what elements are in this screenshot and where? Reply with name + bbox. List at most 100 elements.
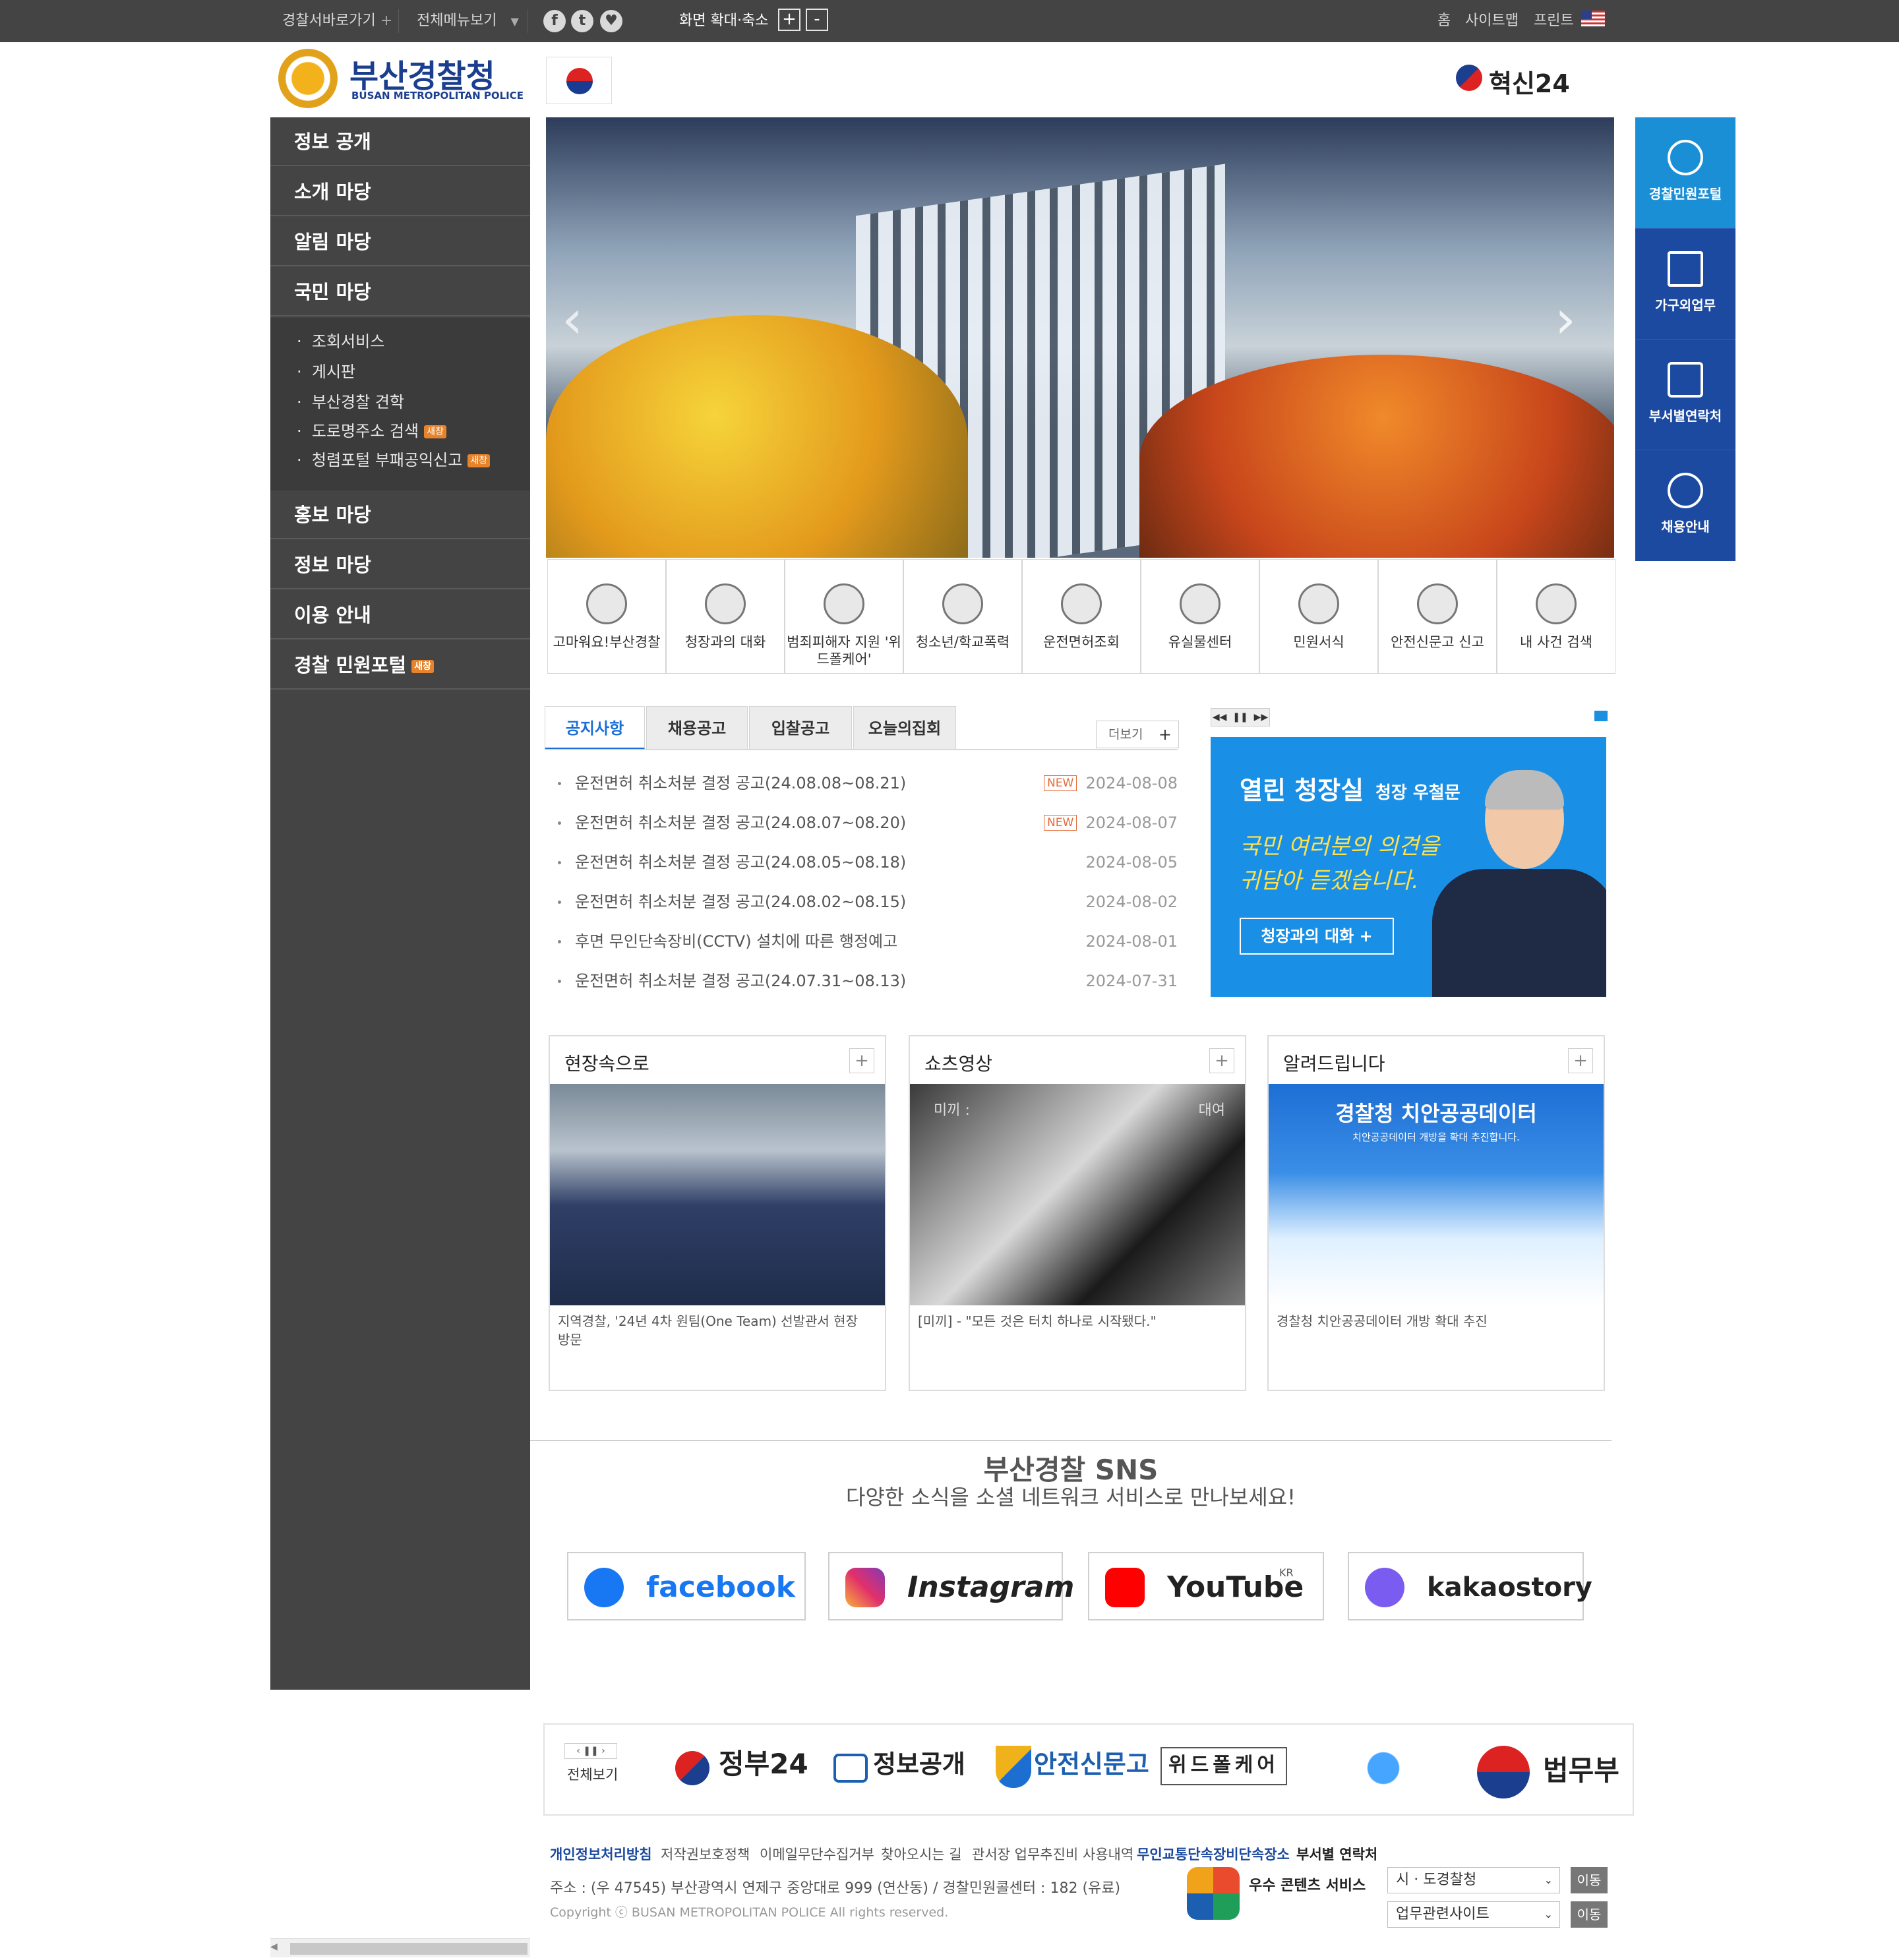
submenu-address-search[interactable]: · 도로명주소 검색 새창 xyxy=(297,418,446,444)
quick-household-affairs[interactable]: 가구외업무 xyxy=(1635,228,1735,340)
service-case-search[interactable]: 내 사건 검색 xyxy=(1497,559,1615,674)
innovation24-label[interactable]: 혁신24 xyxy=(1489,63,1570,100)
notice-row[interactable]: 운전면허 취소처분 결정 공고(24.08.02~08.15) 2024-08-0… xyxy=(558,882,1178,922)
plus-icon[interactable]: + xyxy=(1209,1048,1234,1073)
email-refusal-link[interactable]: 이메일무단수집거부 xyxy=(760,1845,874,1864)
gallery-caption[interactable]: 경찰청 치안공공데이터 개방 확대 추진 xyxy=(1277,1312,1586,1330)
facebook-icon[interactable]: f xyxy=(543,10,566,32)
instagram-button[interactable]: Instagram xyxy=(828,1552,1074,1620)
nav-item-civil-portal[interactable]: 경찰 민원포털 새창 xyxy=(270,641,530,690)
regional-police-go-button[interactable]: 이동 xyxy=(1571,1867,1608,1893)
traffic-camera-link[interactable]: 무인교통단속장비단속장소 xyxy=(1137,1845,1290,1864)
notice-row[interactable]: 운전면허 취소처분 결정 공고(24.07.31~08.13) 2024-07-3… xyxy=(558,961,1178,1001)
tab-today-rally[interactable]: 오늘의집회 xyxy=(853,706,956,750)
banner-safety-report[interactable]: 안전신문고 xyxy=(1034,1740,1149,1788)
related-site-select[interactable]: 업무관련사이트 ⌄ xyxy=(1387,1901,1560,1928)
horizontal-scrollbar[interactable]: ◀ xyxy=(270,1938,530,1957)
service-school-violence[interactable]: 청소년/학교폭력 xyxy=(903,559,1022,674)
notice-title[interactable]: 운전면허 취소처분 결정 공고(24.08.02~08.15) xyxy=(575,882,906,922)
department-contacts-link[interactable]: 부서별 연락처 xyxy=(1296,1845,1377,1864)
service-chief-talk[interactable]: 청장과의 대화 xyxy=(666,559,785,674)
banner-indicator[interactable] xyxy=(1594,711,1608,721)
chief-talk-button[interactable]: 청장과의 대화 + xyxy=(1240,918,1394,955)
tab-bidding[interactable]: 입찰공고 xyxy=(749,706,852,750)
banner-nav-controls[interactable]: ‹ ❚❚ › xyxy=(564,1743,617,1759)
facebook-button[interactable]: facebook xyxy=(567,1552,806,1620)
notice-row[interactable]: 운전면허 취소처분 결정 공고(24.08.07~08.20) NEW 2024-0… xyxy=(558,803,1178,843)
expense-link[interactable]: 관서장 업무추진비 사용내역 xyxy=(972,1845,1133,1864)
service-civil-forms[interactable]: 민원서식 xyxy=(1259,559,1378,674)
copyright-policy-link[interactable]: 저작권보호정책 xyxy=(661,1845,750,1864)
gallery-shorts[interactable]: 쇼츠영상 + 미끼 : 대여 [미끼] - "모든 것은 터치 하나로 시작됐다… xyxy=(909,1035,1246,1391)
police-shortcut-button[interactable]: 경찰서바로가기 + xyxy=(282,0,392,42)
directions-link[interactable]: 찾아오시는 길 xyxy=(881,1845,962,1864)
scrollbar-thumb[interactable] xyxy=(290,1943,528,1955)
quick-department-contacts[interactable]: 부서별연락처 xyxy=(1635,339,1735,450)
nav-item-notice[interactable]: 알림 마당 xyxy=(270,218,530,266)
zoom-in-button[interactable]: + xyxy=(778,9,800,31)
service-lost-found[interactable]: 유실물센터 xyxy=(1141,559,1259,674)
shorts-photo[interactable]: 미끼 : 대여 xyxy=(910,1084,1245,1305)
notice-title[interactable]: 운전면허 취소처분 결정 공고(24.08.07~08.20) xyxy=(575,803,906,843)
nav-item-pr[interactable]: 홍보 마당 xyxy=(270,490,530,539)
banner-gov24[interactable]: 정부24 xyxy=(719,1740,808,1788)
service-thanks-police[interactable]: 고마워요!부산경찰 xyxy=(547,559,666,674)
notice-title[interactable]: 운전면허 취소처분 결정 공고(24.08.08~08.21) xyxy=(575,763,906,803)
notice-row[interactable]: 운전면허 취소처분 결정 공고(24.08.05~08.18) 2024-08-0… xyxy=(558,843,1178,882)
plus-icon[interactable]: + xyxy=(849,1048,874,1073)
gallery-caption[interactable]: [미끼] - "모든 것은 터치 하나로 시작됐다." xyxy=(918,1312,1228,1330)
submenu-integrity-report[interactable]: · 청렴포털 부패공익신고 새창 xyxy=(297,447,491,473)
prev-slide-icon[interactable]: ‹ xyxy=(562,289,583,350)
nav-item-info-disclosure[interactable]: 정보 공개 xyxy=(270,117,530,166)
banner-with-police-care[interactable]: 위드폴케어 xyxy=(1160,1747,1287,1785)
quick-recruitment[interactable]: 채용안내 xyxy=(1635,450,1735,561)
service-safety-report[interactable]: 안전신문고 신고 xyxy=(1378,559,1497,674)
gallery-announcements[interactable]: 알려드립니다 + 경찰청 치안공공데이터 치안공공데이터 개방을 확대 추진합니… xyxy=(1267,1035,1605,1391)
police-emblem-icon[interactable] xyxy=(278,49,338,108)
service-victim-support[interactable]: 범죄피해자 지원 '위드폴케어' xyxy=(785,559,903,674)
nav-item-citizen[interactable]: 국민 마당 xyxy=(270,268,530,316)
heart-icon[interactable]: ♥ xyxy=(600,10,622,32)
plus-icon[interactable]: + xyxy=(1568,1048,1593,1073)
all-menu-button[interactable]: 전체메뉴보기 ▼ xyxy=(417,0,519,42)
chief-banner[interactable]: 열린 청장실 청장 우철문 국민 여러분의 의견을 귀담아 듣겠습니다. 청장과… xyxy=(1211,737,1606,997)
notice-title[interactable]: 운전면허 취소처분 결정 공고(24.08.05~08.18) xyxy=(575,843,906,882)
zoom-out-button[interactable]: - xyxy=(806,9,828,31)
notice-row[interactable]: 운전면허 취소처분 결정 공고(24.08.08~08.21) NEW 2024-0… xyxy=(558,763,1178,803)
tab-recruitment[interactable]: 채용공고 xyxy=(646,706,748,750)
nav-item-information[interactable]: 정보 마당 xyxy=(270,541,530,589)
print-link[interactable]: 프린트 xyxy=(1534,0,1574,42)
announcement-image[interactable]: 경찰청 치안공공데이터 치안공공데이터 개방을 확대 추진합니다. xyxy=(1269,1084,1604,1305)
submenu-tour[interactable]: · 부산경찰 견학 xyxy=(297,389,404,415)
service-license-lookup[interactable]: 운전면허조회 xyxy=(1022,559,1141,674)
health-logo-icon[interactable] xyxy=(1337,1746,1430,1791)
notice-title[interactable]: 운전면허 취소처분 결정 공고(24.07.31~08.13) xyxy=(575,961,906,1001)
submenu-inquiry-service[interactable]: · 조회서비스 xyxy=(297,328,384,355)
regional-police-select[interactable]: 시 · 도경찰청 ⌄ xyxy=(1387,1867,1560,1893)
kakaostory-button[interactable]: kakaostory xyxy=(1348,1552,1592,1620)
tab-notice[interactable]: 공지사항 xyxy=(545,706,645,750)
gallery-caption[interactable]: 지역경찰, '24년 4차 원팀(One Team) 선발관서 현장 방문 xyxy=(558,1312,868,1349)
gallery-field[interactable]: 현장속으로 + 지역경찰, '24년 4차 원팀(One Team) 선발관서 … xyxy=(549,1035,886,1391)
twitter-icon[interactable]: t xyxy=(571,10,593,32)
notice-title[interactable]: 후면 무인단속장비(CCTV) 설치에 따른 행정예고 xyxy=(575,922,897,961)
banner-open-info[interactable]: 정보공개 xyxy=(873,1740,965,1788)
privacy-policy-link[interactable]: 개인정보처리방침 xyxy=(550,1845,652,1864)
view-all-link[interactable]: 전체보기 xyxy=(567,1764,618,1784)
notice-row[interactable]: 후면 무인단속장비(CCTV) 설치에 따른 행정예고 2024-08-01 xyxy=(558,922,1178,961)
submenu-board[interactable]: · 게시판 xyxy=(297,359,355,385)
quick-civil-portal[interactable]: 경찰민원포털 xyxy=(1635,117,1735,228)
sitemap-link[interactable]: 사이트맵 xyxy=(1465,0,1519,42)
related-site-go-button[interactable]: 이동 xyxy=(1571,1901,1608,1928)
youtube-button[interactable]: YouTube KR xyxy=(1088,1552,1324,1620)
field-photo[interactable] xyxy=(550,1084,885,1305)
home-link[interactable]: 홈 xyxy=(1437,0,1451,42)
nav-item-introduction[interactable]: 소개 마당 xyxy=(270,167,530,216)
more-button[interactable]: 더보기 + xyxy=(1096,721,1179,748)
nav-item-guide[interactable]: 이용 안내 xyxy=(270,591,530,639)
banner-controls[interactable]: ◀◀ ❚❚ ▶▶ xyxy=(1211,708,1270,727)
english-flag-icon[interactable] xyxy=(1581,11,1605,26)
next-slide-icon[interactable]: › xyxy=(1555,289,1576,350)
banner-justice-ministry[interactable]: 법무부 xyxy=(1543,1747,1619,1795)
hero-slider[interactable]: ‹ › xyxy=(546,117,1614,558)
